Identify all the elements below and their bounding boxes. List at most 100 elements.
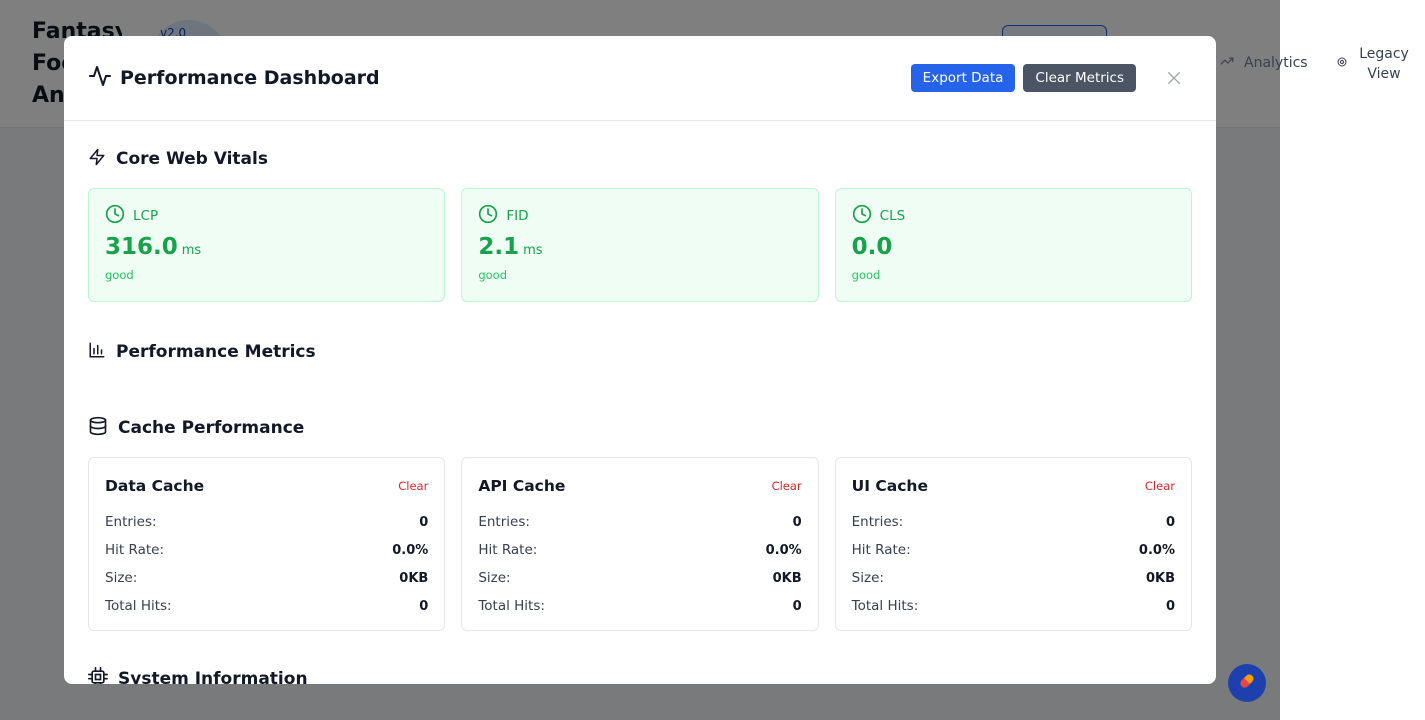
section-core-web-vitals: Core Web Vitals	[88, 145, 1192, 173]
cache-grid: Data Cache Clear Entries: 0 Hit Rate: 0.0%…	[88, 457, 1192, 631]
vital-number: 2.1	[478, 234, 520, 260]
vital-number: 316.0	[105, 234, 178, 260]
vital-value: 316.0 ms	[105, 234, 428, 262]
cache-stat-size: Size: 0KB	[105, 564, 428, 592]
stat-value: 0	[1165, 598, 1175, 614]
cache-stat-hit-rate: Hit Rate: 0.0%	[105, 536, 428, 564]
clock-icon	[852, 204, 872, 228]
cache-head: Data Cache Clear	[105, 474, 428, 498]
clear-metrics-button[interactable]: Clear Metrics	[1023, 64, 1136, 92]
stat-value: 0KB	[399, 570, 429, 586]
bar-chart-icon	[88, 341, 106, 364]
vital-unit: ms	[181, 243, 202, 258]
cache-card-api: API Cache Clear Entries: 0 Hit Rate: 0.0% …	[461, 457, 819, 631]
vital-rating: good	[478, 268, 507, 282]
pill-debug-button[interactable]	[1228, 664, 1266, 702]
cache-clear-button[interactable]: Clear	[1145, 479, 1175, 493]
section-title-text: Core Web Vitals	[116, 149, 268, 169]
header-actions: Export Data Clear Metrics	[910, 64, 1186, 92]
clock-icon	[105, 204, 125, 228]
cache-clear-button[interactable]: Clear	[772, 479, 802, 493]
vital-rating: good	[851, 268, 881, 282]
stat-label: Total Hits:	[105, 598, 172, 614]
section-title-text: Performance Metrics	[116, 342, 316, 362]
vital-label: CLS	[879, 208, 906, 224]
cache-stat-hit-rate: Hit Rate: 0.0%	[478, 536, 801, 564]
cache-card-data: Data Cache Clear Entries: 0 Hit Rate: 0.0%…	[88, 457, 446, 631]
cache-card-ui: UI Cache Clear Entries: 0 Hit Rate: 0.0% S…	[834, 457, 1192, 631]
activity-icon	[88, 64, 112, 93]
cache-name: API Cache	[478, 477, 566, 495]
cache-stats: Entries: 0 Hit Rate: 0.0% Size: 0KB Total H…	[105, 508, 428, 620]
cache-head: UI Cache Clear	[852, 474, 1175, 498]
stat-label: Hit Rate:	[478, 542, 538, 558]
section-cache-performance: Cache Performance	[88, 414, 1192, 442]
vital-value: 0.0	[852, 234, 1175, 262]
cache-stat-total-hits: Total Hits: 0	[478, 592, 801, 620]
cache-stat-total-hits: Total Hits: 0	[852, 592, 1175, 620]
cache-stats: Entries: 0 Hit Rate: 0.0% Size: 0KB Total H…	[852, 508, 1175, 620]
nav-analytics-label: Analytics	[1244, 55, 1308, 71]
cache-stat-entries: Entries: 0	[852, 508, 1175, 536]
modal-title: Performance Dashboard	[88, 64, 380, 93]
vital-value: 2.1 ms	[478, 234, 801, 262]
cache-stats: Entries: 0 Hit Rate: 0.0% Size: 0KB Total H…	[478, 508, 801, 620]
cache-stat-total-hits: Total Hits: 0	[105, 592, 428, 620]
section-title-text: System Information	[118, 669, 308, 684]
stat-value: 0	[419, 598, 429, 614]
section-title-text: Cache Performance	[118, 418, 305, 438]
trending-up-icon	[1220, 54, 1234, 72]
vital-card-lcp: LCP 316.0 ms good	[88, 188, 446, 302]
vital-name: CLS	[852, 204, 1175, 228]
vital-card-cls: CLS 0.0 good	[834, 188, 1192, 302]
stat-value: 0.0%	[1138, 542, 1175, 558]
database-icon	[88, 416, 108, 441]
stat-label: Entries:	[105, 514, 157, 530]
performance-dashboard-modal: Performance Dashboard Export Data Clear …	[64, 36, 1216, 684]
vital-label: FID	[506, 208, 529, 224]
target-icon	[1336, 56, 1348, 72]
modal-title-text: Performance Dashboard	[120, 67, 380, 89]
modal-body: Core Web Vitals LCP 316.0 ms good FID 2.…	[64, 121, 1216, 684]
top-nav: Analytics Legacy View	[1196, 0, 1425, 128]
cache-stat-size: Size: 0KB	[478, 564, 801, 592]
nav-analytics[interactable]: Analytics	[1220, 54, 1308, 72]
stat-label: Size:	[105, 570, 138, 586]
cache-stat-hit-rate: Hit Rate: 0.0%	[852, 536, 1175, 564]
zap-icon	[88, 148, 106, 171]
stat-label: Entries:	[478, 514, 530, 530]
stat-value: 0KB	[1145, 570, 1175, 586]
cache-stat-entries: Entries: 0	[478, 508, 801, 536]
export-data-button[interactable]: Export Data	[910, 64, 1016, 92]
stat-label: Entries:	[851, 514, 904, 530]
section-performance-metrics: Performance Metrics	[88, 338, 1192, 366]
close-icon[interactable]	[1162, 66, 1186, 90]
vital-label: LCP	[133, 208, 159, 224]
stat-label: Total Hits:	[851, 598, 919, 614]
stat-value: 0.0%	[765, 542, 802, 558]
cache-head: API Cache Clear	[478, 474, 801, 498]
cache-clear-button[interactable]: Clear	[398, 479, 428, 493]
section-system-information: System Information	[88, 665, 1192, 684]
stat-label: Total Hits:	[478, 598, 545, 614]
vital-number: 0.0	[851, 234, 893, 260]
stat-label: Size:	[851, 570, 884, 586]
cache-stat-size: Size: 0KB	[852, 564, 1175, 592]
stat-value: 0	[792, 514, 802, 530]
nav-legacy-label: Legacy View	[1359, 46, 1409, 82]
modal-header: Performance Dashboard Export Data Clear …	[64, 36, 1216, 121]
cache-stat-entries: Entries: 0	[105, 508, 428, 536]
stat-label: Size:	[478, 570, 511, 586]
vital-card-fid: FID 2.1 ms good	[461, 188, 819, 302]
stat-label: Hit Rate:	[851, 542, 911, 558]
nav-legacy-view[interactable]: Legacy View	[1336, 44, 1412, 84]
clock-icon	[478, 204, 498, 228]
cache-name: UI Cache	[851, 477, 928, 495]
vital-name: FID	[478, 204, 801, 228]
cache-name: Data Cache	[105, 477, 205, 495]
stat-label: Hit Rate:	[105, 542, 164, 558]
cpu-icon	[88, 666, 108, 684]
vitals-grid: LCP 316.0 ms good FID 2.1 ms good CLS 0.…	[88, 188, 1192, 302]
pill-icon	[1237, 671, 1257, 695]
stat-value: 0	[419, 514, 429, 530]
